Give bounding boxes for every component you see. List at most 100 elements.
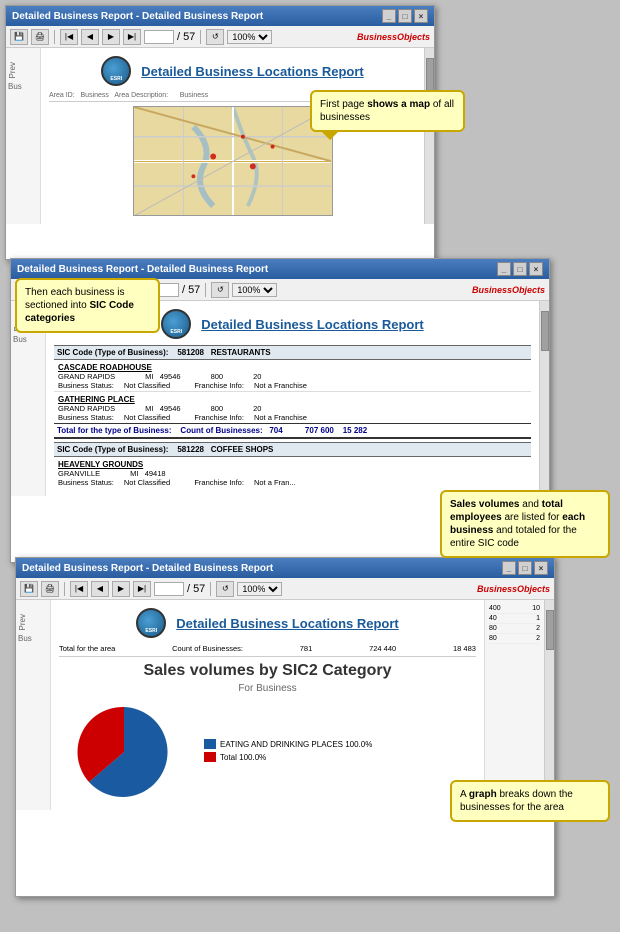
map-svg xyxy=(134,107,332,216)
refresh-btn-2[interactable]: ↺ xyxy=(211,282,229,298)
b2-city-val: GRAND RAPIDS xyxy=(58,404,115,413)
b1-franchise-label: Franchise Info: xyxy=(194,381,244,390)
refresh-btn[interactable]: ↺ xyxy=(206,29,224,45)
page-input-1[interactable]: 1 xyxy=(144,30,174,44)
scroll-thumb-2[interactable] xyxy=(541,311,549,351)
rcr2-v1: 40 xyxy=(489,615,497,622)
sic-header-2: SIC Code (Type of Business): 581228 COFF… xyxy=(54,442,531,457)
total-area-sales: 724 440 xyxy=(369,644,396,653)
business-2: GATHERING PLACE GRAND RAPIDS MI 49546 80… xyxy=(54,392,531,423)
page-input-3[interactable]: 36 xyxy=(154,582,184,596)
sic-section-2: SIC Code (Type of Business): 581228 COFF… xyxy=(54,442,531,488)
first-page-btn[interactable]: |◀ xyxy=(60,29,78,45)
b3-state: MI 49418 xyxy=(130,469,165,478)
callout-3: Sales volumes and total employees are li… xyxy=(440,490,610,558)
window3-controls[interactable]: _ □ × xyxy=(502,561,548,575)
last-page-btn-3[interactable]: ▶| xyxy=(133,581,151,597)
next-page-btn[interactable]: ▶ xyxy=(102,29,120,45)
first-page-btn-3[interactable]: |◀ xyxy=(70,581,88,597)
zoom-select-3[interactable]: 100% xyxy=(237,582,282,596)
scrollbar-1[interactable] xyxy=(424,48,434,224)
report-title-3: Detailed Business Locations Report xyxy=(176,616,399,631)
save-btn-3[interactable]: 💾 xyxy=(20,581,38,597)
window1-controls[interactable]: _ □ × xyxy=(382,9,428,23)
refresh-btn-3[interactable]: ↺ xyxy=(216,581,234,597)
callout-2: Then each business is sectioned into SIC… xyxy=(15,278,160,333)
legend-item-2: Total 100.0% xyxy=(204,752,372,762)
callout4-before: A xyxy=(460,789,469,800)
b1-city: GRAND RAPIDS xyxy=(58,372,115,381)
b1-state-val: MI xyxy=(145,372,153,381)
zoom-select-2[interactable]: 100% xyxy=(232,283,277,297)
business-2-row2: Business Status: Not Classified Franchis… xyxy=(58,413,527,422)
zoom-select-1[interactable]: 100% xyxy=(227,30,272,44)
window1-body: Prev Bus Detailed Business Locations Rep… xyxy=(6,48,434,224)
sidebar-label-3: Prev xyxy=(18,614,27,630)
next-page-btn-3[interactable]: ▶ xyxy=(112,581,130,597)
print-btn[interactable]: 🖨 xyxy=(31,29,49,45)
sic-code-2: 581228 xyxy=(177,445,204,454)
b1-zip-val: 49546 xyxy=(160,372,181,381)
close-btn-2[interactable]: × xyxy=(529,262,543,276)
business-1: CASCADE ROADHOUSE GRAND RAPIDS MI 49546 … xyxy=(54,360,531,391)
print-btn-3[interactable]: 🖨 xyxy=(41,581,59,597)
map-area xyxy=(133,106,333,216)
chart-subtitle: For Business xyxy=(59,683,476,694)
b1-sales: 800 xyxy=(211,372,224,381)
sep4 xyxy=(205,283,206,297)
maximize-btn-3[interactable]: □ xyxy=(518,561,532,575)
callout3-text2: are listed for xyxy=(502,512,563,523)
b2-emp-val: 20 xyxy=(253,404,261,413)
report-content-1: Detailed Business Locations Report Area … xyxy=(41,48,424,224)
total-area-count: 781 xyxy=(300,644,313,653)
right-col-row-3: 80 2 xyxy=(489,624,540,634)
b1-sales-val: 800 xyxy=(211,372,224,381)
sidebar-1: Prev Bus xyxy=(6,48,41,224)
b3-state-val: MI xyxy=(130,469,138,478)
window2-controls[interactable]: _ □ × xyxy=(497,262,543,276)
b2-sales: 800 xyxy=(211,404,224,413)
b2-state-val: MI xyxy=(145,404,153,413)
rcr3-v1: 80 xyxy=(489,625,497,632)
sidebar-tree-1: Bus xyxy=(8,82,38,91)
right-col-row-2: 40 1 xyxy=(489,614,540,624)
b3-status-val: Not Classified xyxy=(124,478,170,487)
scroll-thumb-3[interactable] xyxy=(546,610,554,650)
prev-page-btn[interactable]: ◀ xyxy=(81,29,99,45)
minimize-btn[interactable]: _ xyxy=(382,9,396,23)
total-sales-val: 707 600 xyxy=(305,426,334,435)
b1-emp: 20 xyxy=(253,372,261,381)
save-btn[interactable]: 💾 xyxy=(10,29,28,45)
callout1-before: First page xyxy=(320,99,367,110)
scrollbar-3[interactable] xyxy=(544,600,554,810)
sic-label-1: SIC Code (Type of Business): xyxy=(57,348,168,357)
sep5 xyxy=(64,582,65,596)
total-label: Total for the type of Business: xyxy=(57,426,172,435)
minimize-btn-2[interactable]: _ xyxy=(497,262,511,276)
rcr2-v2: 1 xyxy=(536,615,540,622)
total-area-label: Total for the area xyxy=(59,644,115,653)
maximize-btn[interactable]: □ xyxy=(398,9,412,23)
prev-page-btn-3[interactable]: ◀ xyxy=(91,581,109,597)
chart-legend: EATING AND DRINKING PLACES 100.0% Total … xyxy=(204,739,372,765)
total-area-count-label: Count of Businesses: xyxy=(172,644,243,653)
page-total-3: 57 xyxy=(193,583,205,595)
titlebar-3: Detailed Business Report - Detailed Busi… xyxy=(16,558,554,578)
b2-status-val: Not Classified xyxy=(124,413,170,422)
last-page-btn[interactable]: ▶| xyxy=(123,29,141,45)
sic-code-1: 581208 xyxy=(177,348,204,357)
scrollbar-2[interactable] xyxy=(539,301,549,496)
b2-franchise-val: Not a Franchise xyxy=(254,413,307,422)
maximize-btn-2[interactable]: □ xyxy=(513,262,527,276)
callout1-bold: shows a map xyxy=(367,99,430,110)
close-btn-3[interactable]: × xyxy=(534,561,548,575)
minimize-btn-3[interactable]: _ xyxy=(502,561,516,575)
rcr4-v1: 80 xyxy=(489,635,497,642)
sidebar-3: Prev Bus xyxy=(16,600,51,810)
rcr1-v1: 400 xyxy=(489,605,501,612)
business-1-row2: Business Status: Not Classified Franchis… xyxy=(58,381,527,390)
window3-body: Prev Bus Detailed Business Locations Rep… xyxy=(16,600,554,810)
report-title-1: Detailed Business Locations Report xyxy=(141,64,364,79)
close-btn[interactable]: × xyxy=(414,9,428,23)
b3-city: GRANVILLE xyxy=(58,469,100,478)
